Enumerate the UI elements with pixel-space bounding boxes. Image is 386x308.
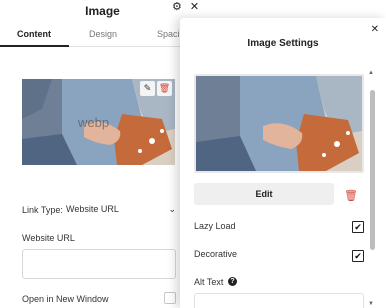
tab-bar: Content Design Spaci xyxy=(0,24,190,47)
lazy-load-label: Lazy Load xyxy=(194,221,236,231)
scroll-up-icon[interactable]: ▲ xyxy=(368,70,374,76)
modal-title: Image Settings xyxy=(247,38,319,49)
help-icon[interactable]: ? xyxy=(228,277,237,286)
scrollbar-thumb[interactable] xyxy=(370,90,375,250)
link-type-value: Website URL xyxy=(66,204,119,214)
pencil-icon[interactable]: ✎ xyxy=(140,81,155,96)
settings-image-preview xyxy=(194,74,364,173)
close-icon[interactable]: ✕ xyxy=(190,1,199,13)
tab-spacing[interactable]: Spaci xyxy=(157,29,180,39)
settings-image-photo xyxy=(196,76,362,171)
close-icon[interactable]: ✕ xyxy=(371,24,379,35)
trash-icon[interactable]: 🗑 xyxy=(340,186,362,204)
active-tab-indicator xyxy=(0,45,69,47)
tab-design[interactable]: Design xyxy=(89,29,117,39)
checkmark-icon: ✔ xyxy=(354,222,362,232)
open-new-window-checkbox[interactable] xyxy=(164,292,176,304)
image-settings-modal: ✕ Image Settings Edit 🗑 Lazy Load ✔ Deco… xyxy=(180,18,386,308)
decorative-label: Decorative xyxy=(194,249,238,259)
website-url-label: Website URL xyxy=(22,233,75,243)
scroll-down-icon[interactable]: ▼ xyxy=(368,301,374,307)
panel-top-icons: ⚙ ✕ xyxy=(172,1,199,13)
checkmark-icon: ✔ xyxy=(354,251,362,261)
edit-image-button[interactable]: Edit xyxy=(194,183,334,205)
gear-icon[interactable]: ⚙ xyxy=(172,1,182,13)
image-format-watermark: webp xyxy=(78,115,110,130)
alt-text-input[interactable] xyxy=(194,293,364,308)
open-new-window-label: Open in New Window xyxy=(22,294,109,304)
chevron-down-icon: ⌄ xyxy=(168,204,176,214)
website-url-input[interactable] xyxy=(22,249,176,279)
trash-icon[interactable]: 🗑 xyxy=(157,81,172,96)
alt-text-label: Alt Text xyxy=(194,277,224,287)
decorative-checkbox[interactable]: ✔ xyxy=(352,250,364,262)
tab-content[interactable]: Content xyxy=(17,29,51,39)
lazy-load-checkbox[interactable]: ✔ xyxy=(352,221,364,233)
link-type-label: Link Type: xyxy=(22,205,63,215)
link-type-select[interactable]: Website URL ⌄ xyxy=(66,204,176,215)
